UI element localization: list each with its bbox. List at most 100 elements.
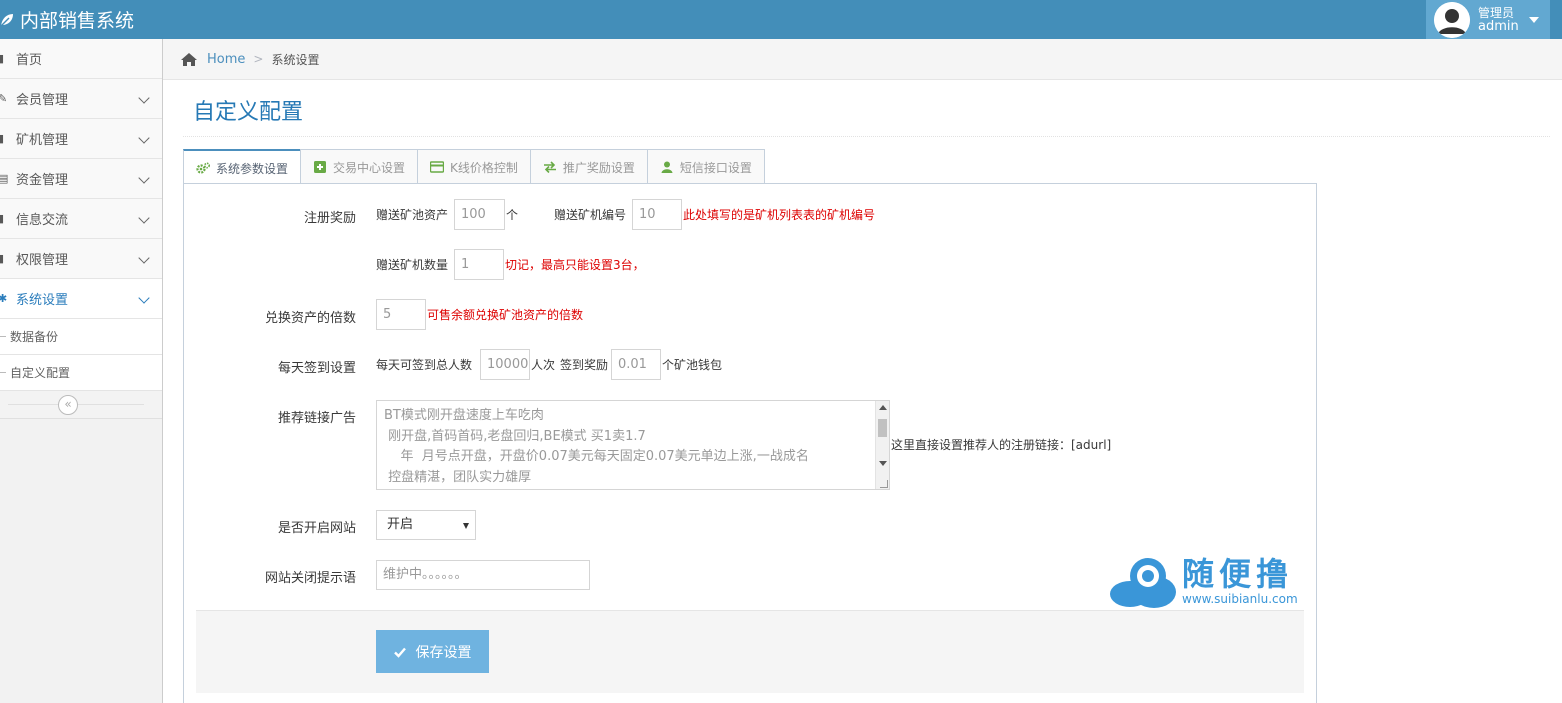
chevron-down-icon — [138, 252, 150, 264]
checkin-reward-label: 签到奖励 — [560, 358, 609, 372]
lock-icon: ▮ — [0, 252, 5, 265]
gift-machine-count-input[interactable]: 1 — [454, 249, 504, 280]
watermark-logo: 随便撸 www.suibianlu.com — [1108, 556, 1308, 610]
resize-grip-icon[interactable] — [880, 480, 888, 488]
gift-machine-id-hint: 此处填写的是矿机列表表的矿机编号 — [683, 208, 876, 222]
cloud-icon — [1110, 558, 1176, 608]
dropdown-arrow-icon — [463, 523, 469, 529]
user-icon — [1434, 1, 1470, 38]
plus-square-icon — [314, 161, 327, 173]
divider — [183, 136, 1550, 137]
tab-label: K线价格控制 — [450, 160, 518, 175]
user-info: 管理员 admin — [1478, 6, 1519, 34]
tab-label: 推广奖励设置 — [562, 160, 635, 175]
user-icon — [661, 161, 673, 173]
sidebar-item-permissions[interactable]: ▮ 权限管理 — [0, 239, 162, 279]
exchange-multiplier-input[interactable]: 5 — [376, 299, 426, 330]
scroll-down-icon[interactable] — [879, 461, 887, 466]
sidebar-item-label: 系统设置 — [16, 293, 69, 308]
chevron-down-icon — [138, 212, 150, 224]
sidebar-item-label: 矿机管理 — [16, 133, 69, 148]
scroll-thumb[interactable] — [878, 419, 887, 437]
message-icon: ▮ — [0, 212, 5, 225]
gift-asset-label: 赠送矿池资产 — [376, 208, 449, 222]
sidebar: ▮ 首页 ✎ 会员管理 ▮ 矿机管理 ▤ 资金管理 ▮ 信息交流 ▮ 权限管理 … — [0, 39, 163, 703]
scroll-up-icon[interactable] — [879, 405, 887, 410]
users-icon: ✎ — [0, 92, 8, 105]
site-open-value: 开启 — [387, 517, 414, 532]
save-button-label: 保存设置 — [415, 644, 472, 661]
user-role: 管理员 — [1478, 5, 1515, 20]
gift-asset-unit: 个 — [506, 208, 519, 222]
cogs-icon — [196, 162, 210, 174]
sidebar-item-machines[interactable]: ▮ 矿机管理 — [0, 119, 162, 159]
tab-label: 交易中心设置 — [333, 160, 406, 175]
gift-machine-count-hint: 切记，最高只能设置3台， — [505, 258, 645, 272]
site-open-label: 是否开启网站 — [277, 521, 356, 536]
sidebar-item-label: 资金管理 — [16, 173, 69, 188]
double-chevron-left-icon: « — [64, 397, 72, 411]
caret-down-icon — [1528, 16, 1539, 23]
sidebar-item-home[interactable]: ▮ 首页 — [0, 39, 162, 79]
tab-sms-interface[interactable]: 短信接口设置 — [646, 149, 765, 184]
sidebar-collapse-bar: « — [0, 391, 162, 419]
sidebar-item-label: 权限管理 — [16, 253, 69, 268]
sidebar-subitem-label: 自定义配置 — [10, 366, 71, 380]
close-message-input[interactable]: 维护中。。。。。。 — [376, 560, 590, 590]
gift-machine-id-label: 赠送矿机编号 — [554, 208, 627, 222]
site-open-select[interactable]: 开启 — [376, 510, 476, 540]
leaf-icon — [0, 13, 13, 26]
sidebar-item-label: 信息交流 — [16, 213, 69, 228]
app-title: 内部销售系统 — [20, 10, 135, 32]
textarea-scrollbar[interactable] — [875, 401, 889, 489]
sidebar-item-settings[interactable]: ✱ 系统设置 — [0, 279, 162, 319]
sidebar-item-funds[interactable]: ▤ 资金管理 — [0, 159, 162, 199]
gift-asset-input[interactable]: 100 — [454, 199, 505, 230]
gift-machine-id-input[interactable]: 10 — [632, 199, 682, 230]
avatar — [1434, 1, 1470, 38]
tab-label: 系统参数设置 — [216, 161, 289, 176]
settings-icon: ✱ — [0, 292, 8, 305]
checkin-reward-unit: 个矿池钱包 — [662, 358, 723, 372]
collapse-sidebar-button[interactable]: « — [58, 395, 78, 415]
chevron-down-icon — [138, 132, 150, 144]
checkin-total-input[interactable]: 10000 — [480, 349, 530, 380]
form-actions — [196, 610, 1304, 693]
exchange-multiplier-label: 兑换资产的倍数 — [264, 311, 356, 326]
sidebar-item-members[interactable]: ✎ 会员管理 — [0, 79, 162, 119]
sidebar-subitem-label: 数据备份 — [10, 330, 59, 344]
dashboard-icon: ▮ — [0, 52, 5, 65]
home-icon — [181, 52, 197, 66]
user-menu[interactable]: 管理员 admin — [1426, 0, 1550, 39]
tab-system-params[interactable]: 系统参数设置 — [183, 149, 302, 185]
tab-bar: 系统参数设置 交易中心设置 K线价格控制 推广奖励设置 短信接口设置 — [183, 149, 765, 185]
checkin-reward-input[interactable]: 0.01 — [611, 349, 661, 380]
page-title: 自定义配置 — [193, 100, 304, 125]
app-brand[interactable]: 内部销售系统 — [0, 0, 134, 39]
sidebar-subitem-backup[interactable]: 数据备份 — [0, 319, 162, 355]
chevron-down-icon — [138, 172, 150, 184]
register-reward-label: 注册奖励 — [303, 211, 356, 226]
exchange-icon — [543, 161, 556, 173]
breadcrumb: Home > 系统设置 — [163, 39, 1562, 80]
chevron-down-icon — [138, 92, 150, 104]
gift-machine-count-label: 赠送矿机数量 — [376, 258, 449, 272]
ad-link-textarea[interactable]: BT模式刚开盘速度上车吃肉 刚开盘,首码首码,老盘回归,BE模式 买1卖1.7 … — [376, 400, 890, 490]
breadcrumb-home-link[interactable]: Home — [207, 52, 245, 67]
tab-trade-center[interactable]: 交易中心设置 — [300, 149, 419, 184]
checkin-label: 每天签到设置 — [277, 361, 356, 376]
sidebar-item-messages[interactable]: ▮ 信息交流 — [0, 199, 162, 239]
ad-link-text: BT模式刚开盘速度上车吃肉 刚开盘,首码首码,老盘回归,BE模式 买1卖1.7 … — [384, 408, 809, 485]
top-navbar: 内部销售系统 管理员 admin — [0, 0, 1562, 39]
breadcrumb-current: 系统设置 — [271, 52, 320, 67]
machine-icon: ▮ — [0, 132, 5, 145]
tab-kline-price[interactable]: K线价格控制 — [417, 149, 531, 184]
tab-promotion-reward[interactable]: 推广奖励设置 — [529, 149, 648, 184]
sidebar-subitem-custom-config[interactable]: 自定义配置 — [0, 355, 162, 391]
user-name: admin — [1478, 18, 1519, 34]
money-icon: ▤ — [0, 172, 9, 185]
sidebar-item-label: 首页 — [16, 53, 43, 68]
tab-label: 短信接口设置 — [679, 160, 752, 175]
save-settings-button[interactable]: 保存设置 — [376, 630, 489, 673]
ad-link-hint: 这里直接设置推荐人的注册链接：[adurl] — [891, 438, 1112, 452]
